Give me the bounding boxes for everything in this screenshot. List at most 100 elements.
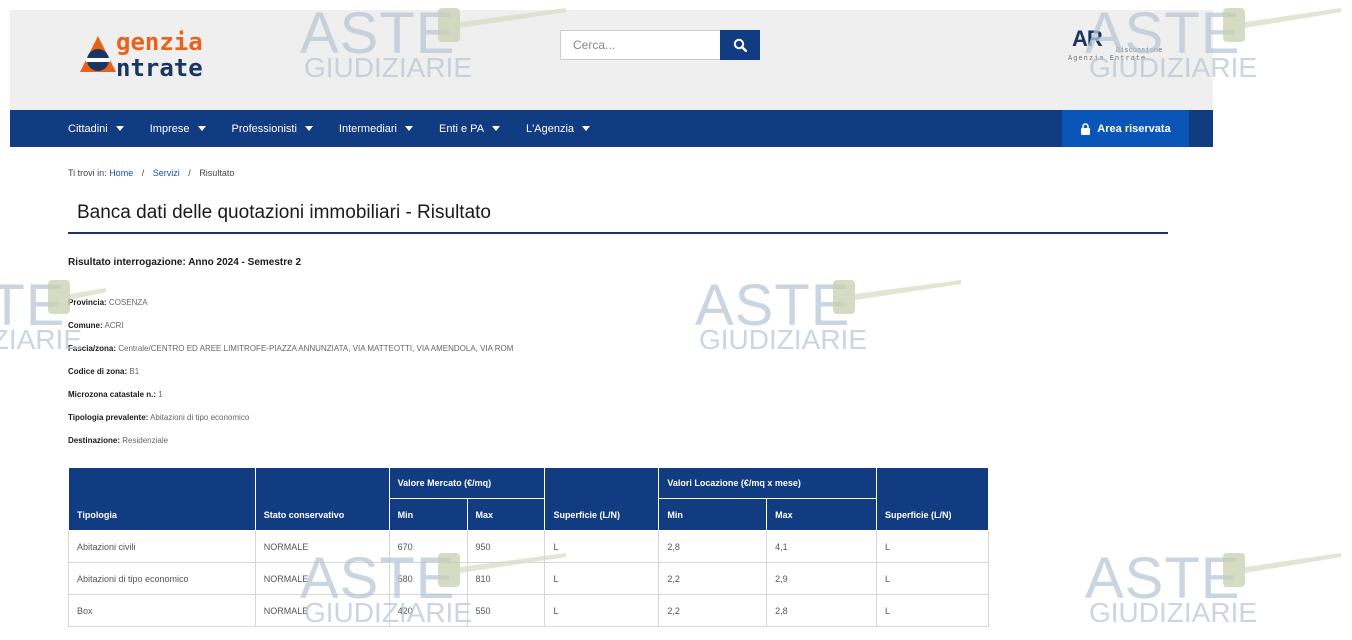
cell-superficie: L [876, 594, 989, 627]
agenzia-entrate-logo[interactable]: genzia ntrate [68, 18, 268, 88]
info-microzona: Microzona catastale n.: 1 [68, 390, 163, 399]
watermark-text: ASTE [695, 273, 851, 338]
watermark-subtext: GIUDIZIARIE [699, 324, 868, 355]
breadcrumb: Ti trovi in: Home / Servizi / Risultato [68, 168, 234, 178]
watermark-text: ASTE [0, 273, 66, 338]
nav-item-label: Cittadini [68, 122, 108, 135]
cell-vl-min: 2,2 [658, 562, 768, 595]
caret-down-icon [405, 126, 413, 131]
main-navbar: Cittadini Imprese Professionisti Interme… [10, 110, 1213, 147]
aste-giudiziarie-watermark: ASTE GIUDIZIARIE [1085, 545, 1345, 640]
info-provincia: Provincia: COSENZA [68, 298, 148, 307]
riscossione-logo-text: Riscossione [1116, 46, 1163, 54]
search-button[interactable] [720, 30, 760, 60]
cell-vl-min: 2,8 [658, 530, 768, 563]
info-fascia-zona: Fascia/zona: Centrale/CENTRO ED AREE LIM… [68, 344, 513, 353]
cell-vl-max: 2,9 [766, 562, 878, 595]
info-label: Comune: [68, 321, 103, 330]
cell-stato: NORMALE [254, 594, 390, 627]
title-divider [68, 232, 1168, 234]
area-riservata-button[interactable]: Area riservata [1062, 110, 1189, 147]
header-min: Min [658, 498, 768, 531]
header-tipologia: Tipologia [68, 467, 256, 531]
watermark-subtext: GIUDIZIARIE [1089, 597, 1258, 628]
table-row: Box NORMALE 420 550 L 2,2 2,8 L [68, 594, 989, 627]
gavel-icon [1223, 553, 1341, 587]
cell-superficie: L [876, 562, 989, 595]
breadcrumb-servizi-link[interactable]: Servizi [153, 168, 180, 178]
caret-down-icon [492, 126, 501, 131]
caret-down-icon [115, 126, 124, 131]
cell-superficie: L [544, 594, 660, 627]
riscossione-logo-mark: AR [1072, 26, 1103, 51]
nav-item-label: L'Agenzia [526, 122, 575, 135]
caret-down-icon [304, 126, 313, 131]
search-input[interactable] [560, 30, 720, 60]
header-stato-conservativo: Stato conservativo [254, 467, 390, 531]
cell-vl-max: 2,8 [766, 594, 878, 627]
table-row: Abitazioni di tipo economico NORMALE 580… [68, 562, 989, 595]
logo-text-line2: ntrate [116, 54, 203, 82]
header-superficie: Superficie (L/N) [876, 467, 989, 531]
info-value: Centrale/CENTRO ED AREE LIMITROFE-PIAZZA… [118, 344, 514, 353]
nav-item-intermediari[interactable]: Intermediari [339, 123, 413, 135]
nav-item-agenzia[interactable]: L'Agenzia [526, 122, 591, 135]
logo-text-line1: genzia [116, 28, 203, 56]
table-row: Abitazioni civili NORMALE 670 950 L 2,8 … [68, 530, 989, 563]
cell-tipologia: Abitazioni civili [68, 530, 256, 563]
info-label: Codice di zona: [68, 367, 128, 376]
info-comune: Comune: ACRI [68, 321, 124, 330]
breadcrumb-home-link[interactable]: Home [109, 168, 133, 178]
nav-item-professionisti[interactable]: Professionisti [232, 123, 313, 135]
info-value: 1 [158, 390, 163, 399]
header-max: Max [766, 498, 878, 531]
info-label: Tipologia prevalente: [68, 413, 149, 422]
nav-item-label: Imprese [149, 122, 190, 135]
header-max: Max [466, 498, 546, 531]
agenzia-riscossione-logo[interactable]: AR Riscossione Agenzia Entrate [1068, 26, 1178, 66]
info-value: COSENZA [108, 298, 148, 307]
area-riservata-label: Area riservata [1097, 122, 1171, 135]
info-label: Microzona catastale n.: [68, 390, 157, 399]
header-valore-mercato: Valore Mercato (€/mq) [388, 467, 546, 499]
info-value: Abitazioni di tipo economico [150, 413, 250, 422]
breadcrumb-separator: / [188, 168, 191, 178]
nav-item-enti-pa[interactable]: Enti e PA [439, 122, 501, 135]
cell-vl-min: 2,2 [658, 594, 768, 627]
info-tipologia-prevalente: Tipologia prevalente: Abitazioni di tipo… [68, 413, 249, 422]
watermark-text: ASTE [1085, 546, 1241, 611]
nav-item-label: Enti e PA [439, 122, 485, 135]
nav-menu: Cittadini Imprese Professionisti Interme… [68, 110, 616, 147]
cell-vm-min: 580 [388, 562, 468, 595]
cell-vm-max: 550 [466, 594, 546, 627]
info-value: B1 [129, 367, 140, 376]
cell-tipologia: Box [68, 594, 256, 627]
cell-vm-max: 810 [466, 562, 546, 595]
info-label: Fascia/zona: [68, 344, 117, 353]
gavel-icon [1223, 8, 1341, 42]
site-header: genzia ntrate AR Riscossione Agenzia Ent… [10, 10, 1213, 110]
lock-icon [1081, 122, 1091, 135]
cell-stato: NORMALE [254, 530, 390, 563]
nav-item-label: Professionisti [231, 122, 297, 135]
cell-superficie: L [876, 530, 989, 563]
aste-giudiziarie-watermark: ASTE GIUDIZIARIE [695, 272, 995, 382]
info-label: Provincia: [68, 298, 107, 307]
header-valori-locazione: Valori Locazione (€/mq x mese) [658, 467, 878, 499]
nav-item-imprese[interactable]: Imprese [150, 123, 206, 135]
cell-superficie: L [544, 530, 660, 563]
quotazioni-table: Tipologia Stato conservativo Valore Merc… [68, 467, 989, 627]
caret-down-icon [197, 126, 206, 131]
info-value: ACRI [104, 321, 124, 330]
info-value: Residenziale [122, 436, 169, 445]
agenzia-logo-mark-icon [80, 36, 116, 72]
riscossione-logo-subtext: Agenzia Entrate [1068, 54, 1147, 62]
breadcrumb-separator: / [141, 168, 145, 178]
nav-item-cittadini[interactable]: Cittadini [68, 123, 124, 135]
header-superficie: Superficie (L/N) [544, 467, 660, 531]
cell-vm-min: 420 [388, 594, 468, 627]
cell-vm-min: 670 [388, 530, 468, 563]
search-icon [733, 38, 747, 52]
info-codice-zona: Codice di zona: B1 [68, 367, 139, 376]
cell-vl-max: 4,1 [766, 530, 878, 563]
